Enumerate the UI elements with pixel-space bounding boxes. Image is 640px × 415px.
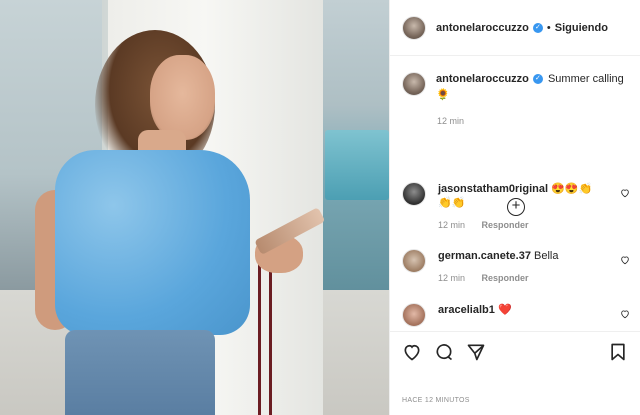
comment-body: aracelialb1 ❤️ xyxy=(438,303,620,317)
post-photo[interactable] xyxy=(0,0,389,415)
post-caption: antonelaroccuzzo ✓ Summer calling 🌻 xyxy=(402,72,628,102)
comment-time: 12 min xyxy=(438,273,466,283)
bookmark-icon[interactable] xyxy=(608,342,628,362)
caption-text-block: antonelaroccuzzo ✓ Summer calling 🌻 xyxy=(436,72,624,102)
comment-text: ❤️ xyxy=(497,304,512,316)
author-username[interactable]: antonelaroccuzzo xyxy=(436,22,529,34)
comment-item: jasonstatham0riginal 😍😍👏 👏👏 12 min Respo… xyxy=(402,182,630,232)
phone-strap xyxy=(258,262,272,415)
comment-username[interactable]: jasonstatham0riginal xyxy=(438,183,548,195)
reply-button[interactable]: Responder xyxy=(482,273,529,283)
follow-separator: • xyxy=(546,21,551,34)
comment-bubble-icon[interactable] xyxy=(434,342,454,362)
caption-emoji: 🌻 xyxy=(436,89,450,101)
likes-area xyxy=(390,371,640,397)
post-timestamp: HACE 12 MINUTOS xyxy=(402,397,470,404)
following-button[interactable]: Siguiendo xyxy=(555,22,608,34)
denim-jeans xyxy=(65,330,215,415)
comment-meta: 12 min Responder xyxy=(438,218,620,232)
comment-username[interactable]: german.canete.37 xyxy=(438,250,531,262)
comment-time: 12 min xyxy=(438,220,466,230)
blue-ruffled-top xyxy=(55,150,250,335)
comment-body: german.canete.37 Bella 12 min Responder xyxy=(438,249,620,285)
author-avatar[interactable] xyxy=(402,15,426,40)
reply-button[interactable]: Responder xyxy=(482,220,529,230)
heart-icon[interactable] xyxy=(620,309,630,319)
author-avatar[interactable] xyxy=(402,72,426,96)
comment-meta: 12 min Responder xyxy=(438,271,620,285)
comment-item: german.canete.37 Bella 12 min Responder xyxy=(402,249,630,285)
heart-icon[interactable] xyxy=(402,342,422,362)
comment-username[interactable]: aracelialb1 xyxy=(438,304,495,316)
post-header: antonelaroccuzzo ✓ • Siguiendo xyxy=(390,0,640,56)
instagram-post: antonelaroccuzzo ✓ • Siguiendo antonelar… xyxy=(0,0,640,415)
commenter-avatar[interactable] xyxy=(402,303,426,327)
caption-username[interactable]: antonelaroccuzzo xyxy=(436,73,529,85)
verified-badge-icon: ✓ xyxy=(532,74,543,85)
verified-badge-icon: ✓ xyxy=(532,22,543,33)
comment-item: aracelialb1 ❤️ xyxy=(402,303,630,327)
background-pool xyxy=(325,130,389,200)
comments-section: antonelaroccuzzo ✓ Summer calling 🌻 12 mi… xyxy=(390,56,640,331)
woman-face xyxy=(150,55,215,140)
commenter-avatar[interactable] xyxy=(402,249,426,273)
commenter-avatar[interactable] xyxy=(402,182,426,206)
comment-text: Bella xyxy=(534,250,559,262)
comment-body: jasonstatham0riginal 😍😍👏 👏👏 12 min Respo… xyxy=(438,182,620,232)
comment-text-continued: 👏👏 xyxy=(438,197,466,209)
action-bar xyxy=(390,331,640,371)
post-side-panel: antonelaroccuzzo ✓ • Siguiendo antonelar… xyxy=(389,0,640,415)
comment-text: 😍😍👏 xyxy=(551,183,593,195)
heart-icon[interactable] xyxy=(620,188,630,198)
heart-icon[interactable] xyxy=(620,255,630,265)
caption-time: 12 min xyxy=(437,116,465,126)
paper-plane-icon[interactable] xyxy=(466,342,486,362)
caption-text: Summer calling xyxy=(547,73,624,85)
